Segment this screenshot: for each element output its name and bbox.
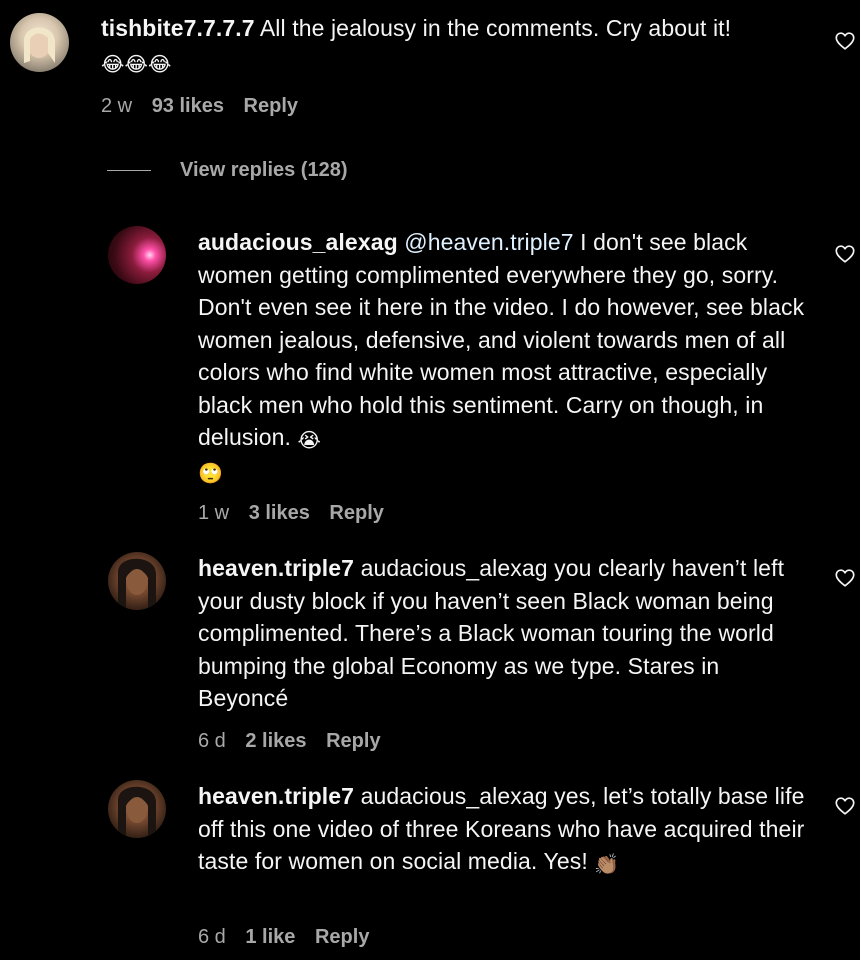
comment-username[interactable]: tishbite7.7.7.7 bbox=[101, 15, 255, 41]
comment-time: 1 w bbox=[198, 502, 230, 524]
comment-username[interactable]: audacious_alexag bbox=[198, 229, 398, 255]
comment-likes[interactable]: 1 like bbox=[245, 926, 295, 948]
crying-emoji: 😭 bbox=[297, 428, 321, 452]
comment-username[interactable]: heaven.triple7 bbox=[198, 783, 354, 809]
comment-meta: 2 w 93 likes Reply bbox=[101, 95, 312, 118]
reply-button[interactable]: Reply bbox=[326, 730, 380, 752]
comment-text: heaven.triple7 audacious_alexag you clea… bbox=[198, 552, 808, 715]
comment-body: I don't see black women getting complime… bbox=[198, 229, 805, 450]
reply-button[interactable]: Reply bbox=[329, 502, 383, 524]
view-replies[interactable]: View replies (128) bbox=[107, 156, 348, 184]
reply-button[interactable]: Reply bbox=[315, 926, 369, 948]
comment-meta: 6 d 2 likes Reply bbox=[198, 730, 395, 753]
comment-text: tishbite7.7.7.7 All the jealousy in the … bbox=[101, 12, 816, 77]
clapping-hands-emoji: 👏🏽 bbox=[594, 852, 620, 876]
heart-outline-icon[interactable] bbox=[834, 795, 856, 817]
divider-line bbox=[107, 169, 151, 171]
comment-likes[interactable]: 93 likes bbox=[152, 95, 224, 117]
avatar[interactable] bbox=[108, 226, 166, 284]
mention-link[interactable]: @heaven.triple7 bbox=[404, 229, 573, 255]
view-replies-label[interactable]: View replies (128) bbox=[180, 159, 348, 182]
eye-roll-emoji: 🙄 bbox=[198, 460, 224, 485]
avatar[interactable] bbox=[108, 552, 166, 610]
comment-time: 2 w bbox=[101, 95, 133, 117]
comment-meta: 6 d 1 like Reply bbox=[198, 926, 383, 949]
comment-likes[interactable]: 2 likes bbox=[245, 730, 306, 752]
laughing-emoji: 😂😂😂 bbox=[101, 51, 172, 76]
comment-text: heaven.triple7 audacious_alexag yes, let… bbox=[198, 780, 808, 878]
comment-time: 6 d bbox=[198, 730, 226, 752]
comment-likes[interactable]: 3 likes bbox=[249, 502, 310, 524]
comment-meta: 1 w 3 likes Reply bbox=[198, 502, 398, 525]
comment-time: 6 d bbox=[198, 926, 226, 948]
reply-button[interactable]: Reply bbox=[244, 95, 298, 117]
avatar[interactable] bbox=[10, 13, 69, 72]
comment-text: audacious_alexag @heaven.triple7 I don't… bbox=[198, 226, 808, 486]
comment-body: All the jealousy in the comments. Cry ab… bbox=[259, 15, 732, 41]
avatar[interactable] bbox=[108, 780, 166, 838]
heart-outline-icon[interactable] bbox=[834, 30, 856, 52]
heart-outline-icon[interactable] bbox=[834, 243, 856, 265]
comment-username[interactable]: heaven.triple7 bbox=[198, 555, 354, 581]
heart-outline-icon[interactable] bbox=[834, 567, 856, 589]
